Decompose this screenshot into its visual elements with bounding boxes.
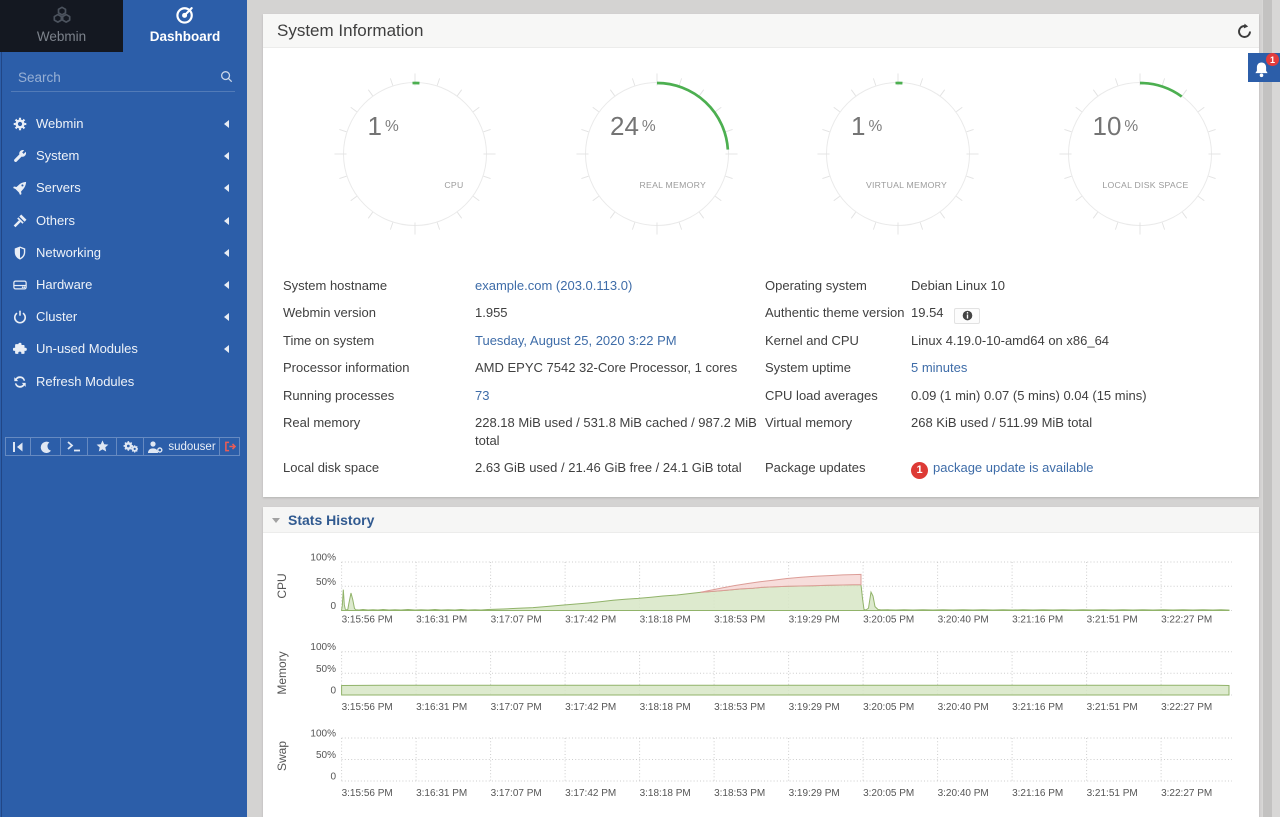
svg-text:3:17:42 PM: 3:17:42 PM — [565, 788, 616, 799]
svg-text:3:18:18 PM: 3:18:18 PM — [640, 615, 691, 626]
svg-text:100%: 100% — [310, 729, 336, 740]
svg-text:100%: 100% — [310, 553, 336, 564]
svg-text:3:21:16 PM: 3:21:16 PM — [1012, 702, 1063, 713]
svg-text:100%: 100% — [310, 642, 336, 653]
svg-text:3:20:40 PM: 3:20:40 PM — [938, 702, 989, 713]
svg-text:3:22:27 PM: 3:22:27 PM — [1161, 615, 1212, 626]
svg-text:3:21:51 PM: 3:21:51 PM — [1087, 788, 1138, 799]
svg-text:3:21:16 PM: 3:21:16 PM — [1012, 788, 1063, 799]
svg-text:Swap: Swap — [275, 741, 289, 771]
svg-text:3:15:56 PM: 3:15:56 PM — [342, 615, 393, 626]
svg-text:3:18:53 PM: 3:18:53 PM — [714, 702, 765, 713]
svg-text:3:19:29 PM: 3:19:29 PM — [789, 788, 840, 799]
svg-text:3:21:51 PM: 3:21:51 PM — [1087, 615, 1138, 626]
svg-text:CPU: CPU — [275, 573, 289, 598]
svg-text:3:15:56 PM: 3:15:56 PM — [342, 788, 393, 799]
svg-text:3:17:42 PM: 3:17:42 PM — [565, 702, 616, 713]
svg-text:3:16:31 PM: 3:16:31 PM — [416, 615, 467, 626]
svg-text:1: 1 — [1270, 55, 1275, 65]
svg-text:Memory: Memory — [275, 651, 289, 694]
svg-text:3:21:16 PM: 3:21:16 PM — [1012, 615, 1063, 626]
svg-text:3:21:51 PM: 3:21:51 PM — [1087, 702, 1138, 713]
svg-text:3:18:53 PM: 3:18:53 PM — [714, 615, 765, 626]
svg-text:3:18:18 PM: 3:18:18 PM — [640, 702, 691, 713]
svg-text:3:20:05 PM: 3:20:05 PM — [863, 615, 914, 626]
svg-text:3:16:31 PM: 3:16:31 PM — [416, 702, 467, 713]
svg-text:3:20:40 PM: 3:20:40 PM — [938, 615, 989, 626]
svg-text:3:17:07 PM: 3:17:07 PM — [491, 788, 542, 799]
svg-text:3:22:27 PM: 3:22:27 PM — [1161, 702, 1212, 713]
svg-text:3:16:31 PM: 3:16:31 PM — [416, 788, 467, 799]
svg-text:3:20:05 PM: 3:20:05 PM — [863, 702, 914, 713]
svg-text:3:20:05 PM: 3:20:05 PM — [863, 788, 914, 799]
svg-text:3:17:07 PM: 3:17:07 PM — [491, 615, 542, 626]
svg-text:50%: 50% — [316, 577, 336, 588]
svg-text:0: 0 — [330, 686, 336, 697]
svg-text:3:19:29 PM: 3:19:29 PM — [789, 702, 840, 713]
svg-text:3:20:40 PM: 3:20:40 PM — [938, 788, 989, 799]
svg-text:50%: 50% — [316, 664, 336, 675]
svg-text:3:19:29 PM: 3:19:29 PM — [789, 615, 840, 626]
svg-text:3:15:56 PM: 3:15:56 PM — [342, 702, 393, 713]
svg-text:3:18:18 PM: 3:18:18 PM — [640, 788, 691, 799]
svg-text:3:22:27 PM: 3:22:27 PM — [1161, 788, 1212, 799]
svg-text:0: 0 — [330, 772, 336, 783]
svg-text:3:17:42 PM: 3:17:42 PM — [565, 615, 616, 626]
svg-text:3:17:07 PM: 3:17:07 PM — [491, 702, 542, 713]
svg-text:0: 0 — [330, 601, 336, 612]
svg-text:50%: 50% — [316, 750, 336, 761]
svg-text:3:18:53 PM: 3:18:53 PM — [714, 788, 765, 799]
